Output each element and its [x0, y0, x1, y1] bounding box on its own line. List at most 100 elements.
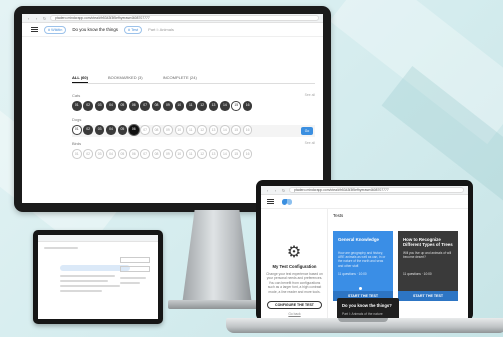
tablet-field[interactable]	[120, 266, 150, 272]
question-number-button[interactable]: 03	[94, 101, 105, 111]
question-number-button[interactable]: 02	[83, 125, 93, 135]
back-icon[interactable]: ‹	[26, 16, 31, 21]
card-title: How to Recognize Different Types of Tree…	[403, 237, 453, 248]
question-circles: 01 02 03 04 05 06 07 08 09 10 11 12 13 14 15 16	[72, 125, 315, 135]
browser-toolbar: ‹ › ↻ ptadero.mindcrapp.com/ctea/#fr5343…	[22, 14, 323, 23]
question-number-button[interactable]: 12	[197, 125, 207, 135]
address-bar[interactable]: ptadero.mindcrapp.com/ctea/#fr5343f3f5ef…	[289, 187, 464, 193]
question-number-button[interactable]: 04	[106, 101, 116, 111]
app-header	[261, 195, 468, 209]
test-subtitle: Part I: Animals	[148, 27, 174, 32]
go-back-link[interactable]: Go back	[261, 312, 328, 316]
question-circles: 01 02 03 04 05 06 07 08 09 10 11 12 13 14 15 16	[72, 101, 315, 111]
question-number-button[interactable]: 02	[83, 149, 93, 159]
section-birds: Birds See all 01 02 03 04 05 06 07 08 09 10 11 12 13…	[72, 141, 315, 159]
question-number-button[interactable]: 16	[242, 101, 253, 111]
tab-incomplete[interactable]: INCOMPLETE (24)	[163, 72, 197, 83]
menu-icon[interactable]	[267, 199, 274, 204]
question-number-button[interactable]: 01	[72, 149, 82, 159]
address-bar[interactable]: ptadero.mindcrapp.com/ctea/#fr5343f3f5ef…	[50, 15, 319, 21]
question-number-button[interactable]: 15	[231, 101, 242, 111]
question-number-button[interactable]: 09	[163, 125, 173, 135]
question-number-button[interactable]: 11	[185, 125, 196, 135]
section-title: Birds	[72, 141, 82, 146]
forward-icon[interactable]: ›	[34, 16, 39, 21]
question-number-button[interactable]: 09	[163, 149, 173, 159]
question-number-button[interactable]: 16	[242, 125, 253, 135]
card-description: Will you live up and animals of will bec…	[403, 251, 452, 260]
question-number-button[interactable]: 03	[94, 149, 105, 159]
question-number-button[interactable]: 16	[242, 149, 253, 159]
question-number-button[interactable]: 07	[140, 125, 150, 135]
tab-bookmarked[interactable]: BOOKMARKED (3)	[108, 72, 143, 83]
tablet-device	[33, 230, 163, 324]
question-number-button[interactable]: 07	[140, 149, 150, 159]
tablet-field[interactable]	[120, 257, 150, 263]
question-number-button[interactable]: 06	[128, 149, 139, 159]
tests-heading: Tests	[333, 213, 344, 218]
subject-pill[interactable]: # Wikitin	[44, 25, 67, 34]
text-placeholder	[60, 275, 115, 277]
question-number-button[interactable]: 08	[151, 125, 162, 135]
start-test-button[interactable]: START THE TEST	[398, 291, 458, 301]
laptop-notch	[338, 318, 388, 322]
question-number-button[interactable]: 12	[197, 149, 207, 159]
question-number-button[interactable]: 04	[106, 149, 116, 159]
question-number-button[interactable]: 06	[128, 101, 139, 111]
test-card-trees[interactable]: How to Recognize Different Types of Tree…	[398, 231, 458, 291]
text-placeholder	[120, 282, 140, 284]
question-number-button[interactable]: 03	[94, 125, 105, 135]
monitor-screen: ‹ › ↻ ptadero.mindcrapp.com/ctea/#fr5343…	[22, 14, 323, 203]
section-see-all[interactable]: See all	[305, 141, 315, 147]
forward-icon[interactable]: ›	[273, 188, 278, 193]
menu-icon[interactable]	[31, 27, 38, 32]
reload-icon[interactable]: ↻	[281, 188, 286, 193]
card-description: How are geography and history, ARE anima…	[338, 251, 386, 268]
question-number-button[interactable]: 05	[117, 101, 128, 111]
question-number-button[interactable]: 05	[117, 125, 128, 135]
question-number-button[interactable]: 11	[185, 101, 196, 111]
section-see-all[interactable]: See all	[305, 93, 315, 99]
test-title: Do you know the things	[72, 27, 119, 32]
monitor-stand-base	[168, 300, 268, 309]
reload-icon[interactable]: ↻	[42, 16, 47, 21]
app-header: # Wikitin Do you know the things # Test …	[22, 23, 323, 37]
question-number-button[interactable]: 08	[151, 149, 162, 159]
app-logo	[282, 198, 293, 205]
question-number-button[interactable]: 05	[117, 149, 128, 159]
question-number-button[interactable]: 13	[208, 125, 219, 135]
question-number-button[interactable]: 14	[220, 101, 230, 111]
question-number-button[interactable]: 14	[220, 125, 230, 135]
question-number-button[interactable]: 10	[174, 125, 185, 135]
question-number-button[interactable]: 02	[83, 101, 93, 111]
configure-test-button[interactable]: CONFIGURE THE TEST	[267, 301, 322, 309]
test-card-general-knowledge[interactable]: General Knowledge How are geography and …	[333, 231, 393, 291]
question-number-button[interactable]: 12	[197, 101, 207, 111]
gear-icon: ⚙	[286, 242, 302, 261]
test-pill[interactable]: # Test	[124, 25, 143, 34]
monitor-stand-neck	[182, 210, 252, 305]
text-placeholder	[60, 285, 120, 287]
question-number-button[interactable]: 10	[174, 101, 185, 111]
question-number-button[interactable]: 11	[185, 149, 196, 159]
text-placeholder	[60, 290, 102, 292]
question-number-button[interactable]: 15	[231, 149, 242, 159]
question-number-button[interactable]: 04	[106, 125, 116, 135]
question-number-button[interactable]: 14	[220, 149, 230, 159]
section-cats: Cats See all 01 02 03 04 05 06 07 08 09 10 11 12 13 1…	[72, 93, 315, 111]
tablet-screen	[38, 235, 158, 319]
question-number-button[interactable]: 06	[128, 125, 139, 135]
question-number-button[interactable]: 15	[231, 125, 242, 135]
question-number-button[interactable]: 01	[72, 125, 82, 135]
question-number-button[interactable]: 08	[151, 101, 162, 111]
back-icon[interactable]: ‹	[265, 188, 270, 193]
question-number-button[interactable]: 10	[174, 149, 185, 159]
tab-all[interactable]: ALL (60)	[72, 72, 88, 83]
question-number-button[interactable]: 07	[140, 101, 150, 111]
question-number-button[interactable]: 13	[208, 101, 219, 111]
browser-toolbar: ‹ › ↻ ptadero.mindcrapp.com/ctea/#fr5343…	[261, 186, 468, 195]
question-number-button[interactable]: 13	[208, 149, 219, 159]
go-button[interactable]: Go	[301, 127, 313, 135]
question-number-button[interactable]: 09	[163, 101, 173, 111]
question-number-button[interactable]: 01	[72, 101, 82, 111]
